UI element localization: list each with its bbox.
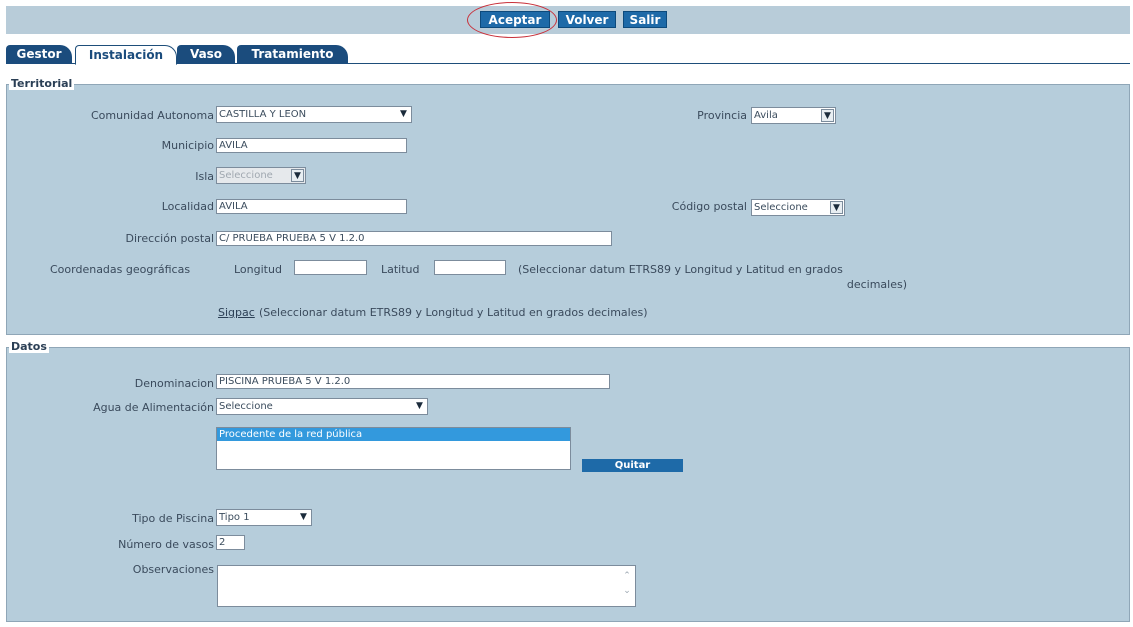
numero-vasos-label: Número de vasos (118, 538, 214, 551)
denominacion-input[interactable]: PISCINA PRUEBA 5 V 1.2.0 (216, 374, 610, 389)
salir-button[interactable]: Salir (623, 11, 667, 28)
tab-tratamiento[interactable]: Tratamiento (237, 45, 348, 64)
municipio-input[interactable]: AVILA (216, 138, 407, 153)
chevron-down-icon: ▼ (830, 201, 843, 214)
coordenadas-hint-cont: decimales) (846, 278, 907, 291)
comunidad-label: Comunidad Autonoma (90, 109, 214, 122)
chevron-down-icon: ▼ (821, 109, 834, 122)
direccion-input[interactable]: C/ PRUEBA PRUEBA 5 V 1.2.0 (216, 231, 612, 246)
tipo-piscina-select[interactable]: Tipo 1 ▼ (216, 509, 312, 526)
chevron-down-icon: ▼ (291, 169, 304, 182)
isla-value: Seleccione (219, 170, 273, 181)
top-toolbar: Aceptar Volver Salir (6, 6, 1130, 34)
chevron-down-icon: ▼ (413, 400, 426, 413)
localidad-label: Localidad (161, 200, 214, 213)
provincia-select[interactable]: Avila ▼ (751, 107, 836, 124)
direccion-label: Dirección postal (125, 232, 214, 245)
latitud-input[interactable] (434, 260, 506, 275)
agua-label: Agua de Alimentación (93, 401, 214, 414)
coordenadas-hint: (Seleccionar datum ETRS89 y Longitud y L… (518, 263, 843, 276)
chevron-down-icon: ▼ (297, 511, 310, 524)
codigo-postal-label: Código postal (671, 200, 747, 213)
agua-listbox[interactable]: Procedente de la red pública (216, 427, 571, 470)
sigpac-hint: (Seleccionar datum ETRS89 y Longitud y L… (259, 306, 648, 319)
agua-select[interactable]: Seleccione ▼ (216, 398, 428, 415)
provincia-label: Provincia (697, 109, 747, 122)
comunidad-select[interactable]: CASTILLA Y LEON ▼ (216, 106, 412, 123)
municipio-label: Municipio (161, 139, 214, 152)
localidad-input[interactable]: AVILA (216, 199, 407, 214)
observaciones-label: Observaciones (132, 563, 214, 576)
tipo-piscina-label: Tipo de Piscina (132, 512, 214, 525)
isla-select[interactable]: Seleccione ▼ (216, 167, 306, 184)
codigo-postal-select[interactable]: Seleccione ▼ (751, 199, 845, 216)
tab-bar: Gestor Instalación Vaso Tratamiento (6, 45, 1130, 65)
agua-value: Seleccione (219, 401, 273, 412)
datos-legend: Datos (9, 340, 49, 353)
scroll-arrows-icon[interactable]: ⌃ ⌄ (621, 569, 633, 601)
aceptar-button[interactable]: Aceptar (480, 11, 550, 28)
numero-vasos-input[interactable]: 2 (216, 535, 245, 550)
denominacion-label: Denominacion (134, 377, 214, 390)
observaciones-textarea[interactable]: ⌃ ⌄ (217, 565, 636, 607)
codigo-postal-value: Seleccione (754, 202, 808, 213)
latitud-label: Latitud (381, 263, 420, 276)
tab-gestor[interactable]: Gestor (6, 45, 72, 64)
territorial-legend: Territorial (9, 77, 75, 90)
tab-vaso[interactable]: Vaso (177, 45, 235, 64)
sigpac-link[interactable]: Sigpac (218, 306, 255, 319)
comunidad-value: CASTILLA Y LEON (219, 109, 307, 120)
isla-label: Isla (195, 170, 214, 183)
agua-list-item[interactable]: Procedente de la red pública (217, 428, 570, 441)
volver-button[interactable]: Volver (558, 11, 616, 28)
quitar-button[interactable]: Quitar (582, 459, 683, 472)
longitud-input[interactable] (294, 260, 367, 275)
tipo-piscina-value: Tipo 1 (219, 512, 250, 523)
tab-instalacion[interactable]: Instalación (75, 45, 177, 65)
chevron-down-icon: ▼ (397, 108, 410, 121)
coordenadas-label: Coordenadas geográficas (50, 263, 191, 276)
longitud-label: Longitud (234, 263, 282, 276)
provincia-value: Avila (754, 110, 778, 121)
